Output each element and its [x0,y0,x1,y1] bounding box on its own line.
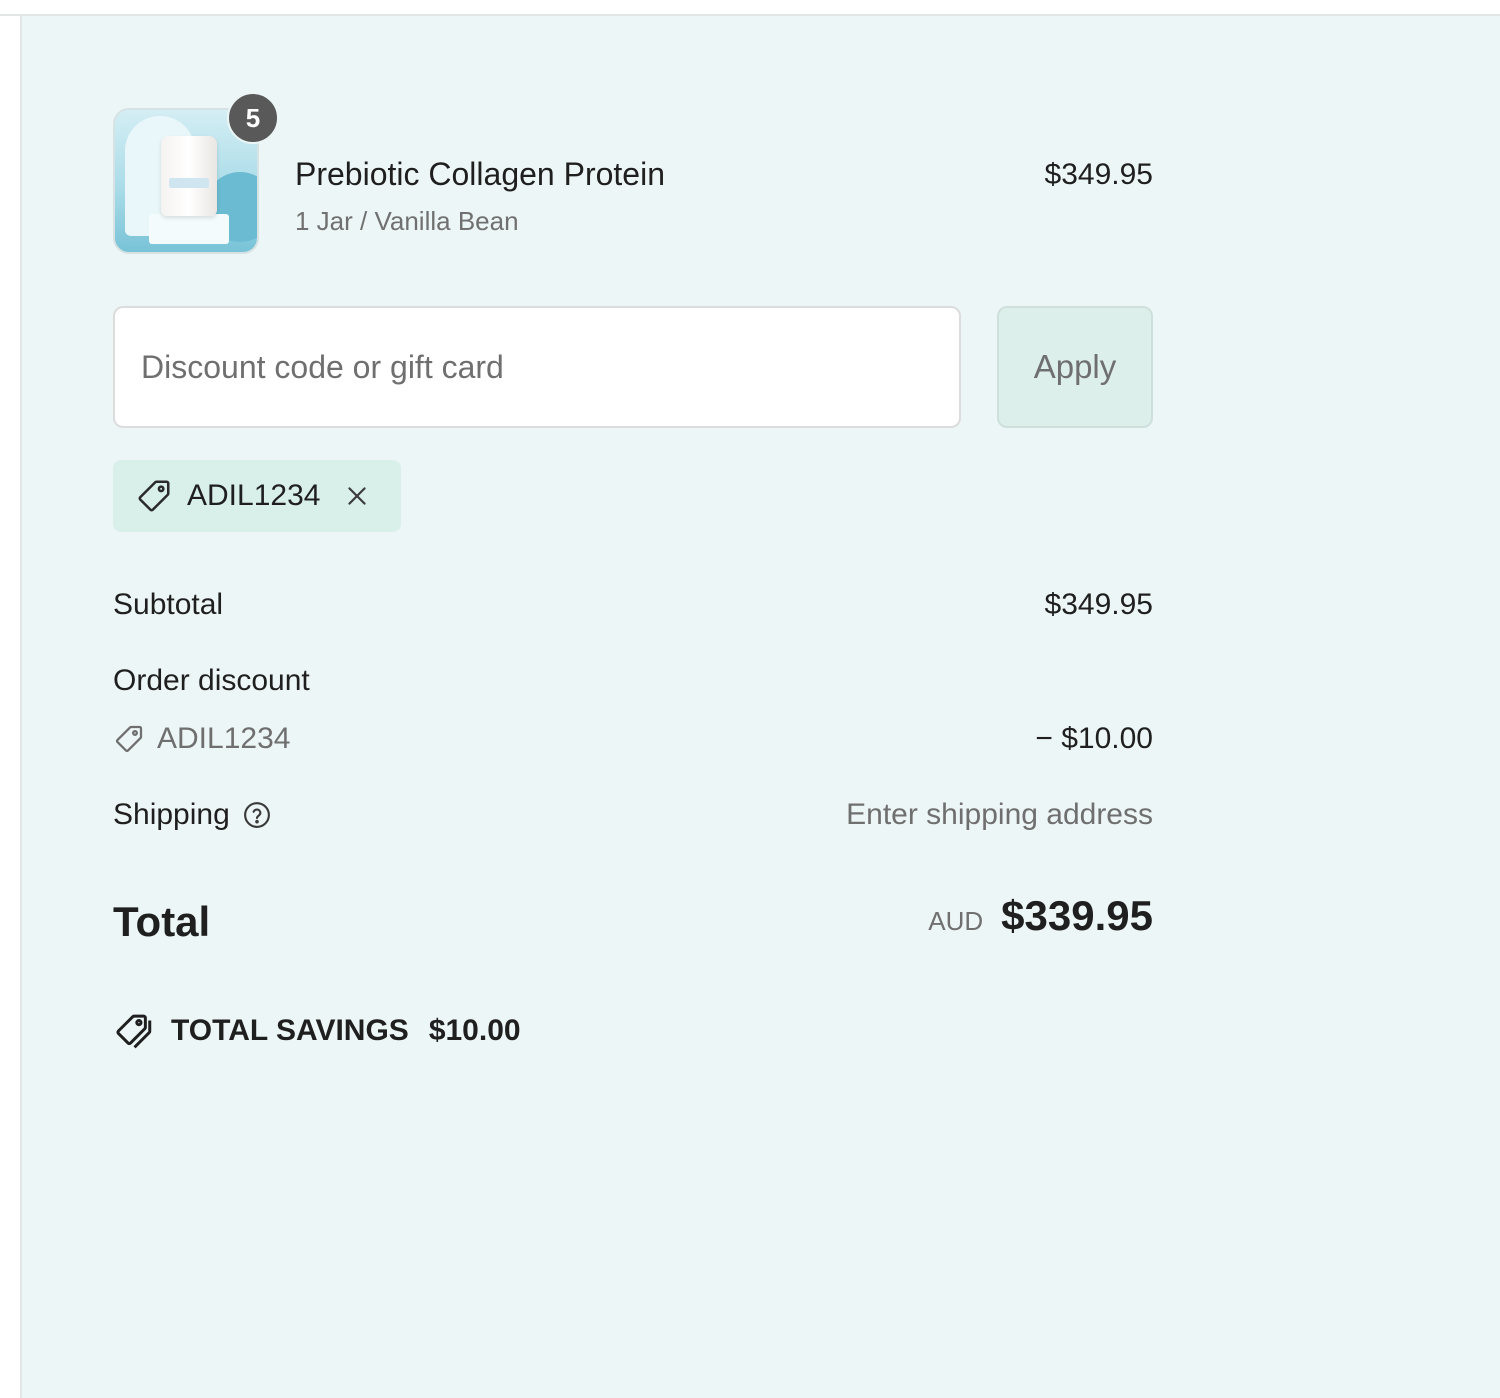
applied-discount-chip: ADIL1234 [113,460,401,532]
product-variant: 1 Jar / Vanilla Bean [295,206,519,236]
product-name: Prebiotic Collagen Protein [295,156,665,192]
quantity-badge: 5 [227,92,279,144]
total-savings-row: TOTAL SAVINGS $10.00 [113,1010,521,1052]
line-item: 5 Prebiotic Collagen Protein 1 Jar / Van… [113,92,1153,258]
total-amount: $339.95 [1001,892,1153,939]
left-column-edge [0,16,22,1398]
total-label: Total [113,898,211,945]
remove-discount-button[interactable] [342,481,372,511]
apply-discount-button[interactable]: Apply [997,306,1153,428]
discount-code-input[interactable] [113,306,961,428]
shipping-label: Shipping [113,798,230,831]
currency-code: AUD [928,906,984,936]
double-tag-icon [116,1014,152,1049]
help-circle-icon[interactable] [242,800,272,830]
order-discount-value: − $10.00 [1035,722,1153,755]
applied-discount-code: ADIL1234 [187,479,321,512]
total-savings-amount: $10.00 [428,1014,521,1047]
total-savings-label: TOTAL SAVINGS [171,1014,409,1047]
product-jar-image [161,136,217,216]
close-icon [348,487,367,505]
order-discount-label: Order discount [113,664,310,697]
total-row: Total AUD $339.95 [113,892,1153,952]
top-divider [0,0,1500,16]
discount-form: Apply [113,306,1153,428]
product-price: $349.95 [1044,158,1153,191]
order-discount-code: ADIL1234 [157,722,291,755]
order-summary-panel: 5 Prebiotic Collagen Protein 1 Jar / Van… [22,16,1500,1398]
tag-icon [138,480,170,512]
shipping-value: Enter shipping address [846,798,1153,831]
subtotal-label: Subtotal [113,588,224,621]
subtotal-value: $349.95 [1044,588,1153,621]
tag-icon [115,725,143,753]
